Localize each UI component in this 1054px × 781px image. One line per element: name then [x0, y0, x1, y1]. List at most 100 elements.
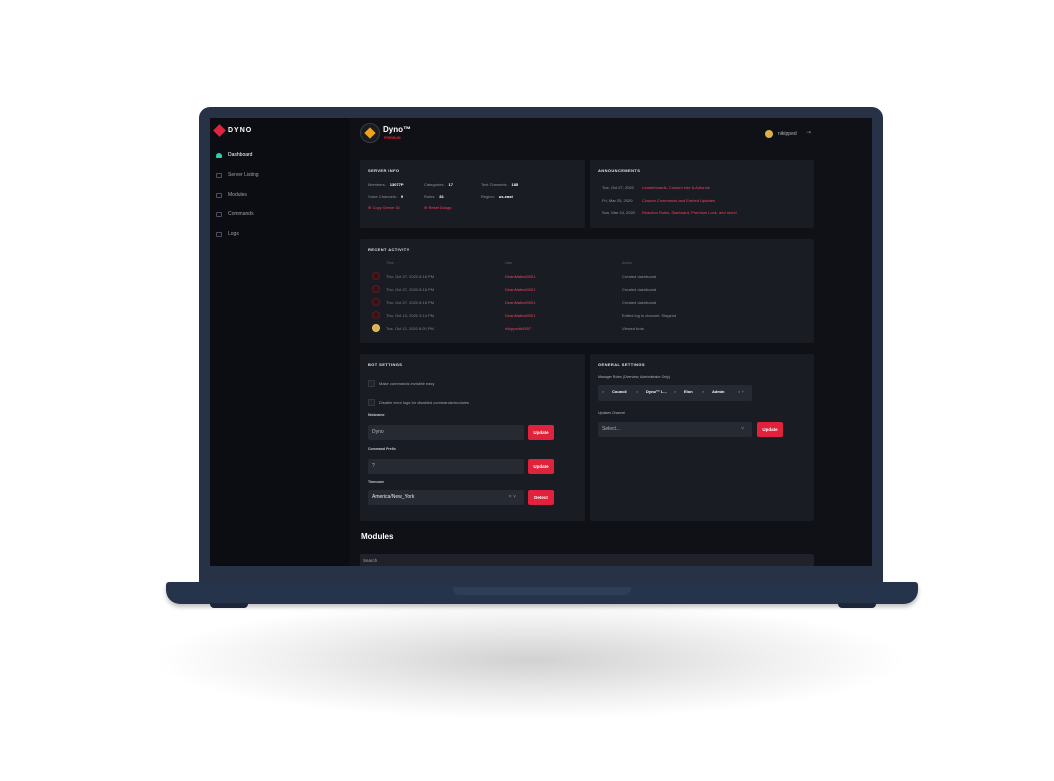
sidebar-item-label: Dashboard: [228, 152, 253, 158]
announcement-link[interactable]: Reaction Roles, Starboard, Premium Lock,…: [642, 210, 737, 215]
region-stat: Region: us-east: [481, 194, 513, 199]
activity-time: Thu, Oct 27, 2020 8:16 PM: [386, 274, 435, 279]
update-channel-button[interactable]: Update: [757, 422, 783, 437]
server-name: Dyno™: [383, 125, 411, 134]
activity-user[interactable]: DeanMatin#0001: [505, 287, 535, 292]
activity-user[interactable]: DeanMatin#0001: [505, 300, 535, 305]
search-placeholder: Search: [363, 558, 378, 563]
timezone-value: America/New_York: [372, 494, 415, 500]
timezone-select[interactable]: America/New_York × ˅: [368, 490, 524, 505]
column-header-user: User: [505, 261, 513, 265]
activity-action: Created dashboard: [622, 274, 657, 279]
remove-tag-icon[interactable]: ×: [602, 389, 604, 394]
nickname-label: Nickname: [368, 413, 385, 417]
sidebar-item-logs[interactable]: Logs: [216, 231, 239, 237]
members-stat: Members: 13077P: [368, 182, 404, 187]
announcement-link[interactable]: Custom Commands and Embed Updates: [642, 198, 715, 203]
remove-tag-icon[interactable]: ×: [636, 389, 638, 394]
sidebar-item-label: Logs: [228, 231, 239, 237]
activity-time: Thu, Oct 13, 2020 3:14 PM: [386, 313, 435, 318]
disable-error-logs-option[interactable]: Disable error logs for disabled commands…: [368, 399, 469, 406]
announcement-date: Sun, Mar 24, 2020: [602, 210, 635, 215]
bot-settings-panel: BOT SETTINGS Make commands invisible eas…: [360, 354, 585, 521]
manager-roles-label: Manager Roles (Overview, Administrator O…: [598, 375, 670, 379]
clear-select-icon[interactable]: × ˅: [509, 490, 516, 505]
column-header-time: Time: [386, 261, 394, 265]
nickname-input[interactable]: Dyno: [368, 425, 524, 440]
panel-title: RECENT ACTIVITY: [368, 247, 410, 252]
server-info-panel: SERVER INFO Members: 13077P Categories: 17…: [360, 160, 585, 228]
sidebar: DYNO Dashboard Server Listing Modules Co…: [210, 118, 350, 566]
logout-icon[interactable]: ⇥: [806, 129, 811, 136]
dashboard-icon: [216, 152, 222, 158]
modules-icon: [216, 192, 222, 198]
remove-tag-icon[interactable]: ×: [702, 389, 704, 394]
activity-avatar: [372, 311, 380, 319]
user-name[interactable]: nikipped: [778, 131, 797, 137]
recent-activity-panel: RECENT ACTIVITY Time User Action Thu, Oc…: [360, 239, 814, 343]
update-prefix-button[interactable]: Update: [528, 459, 554, 474]
role-tag: Admin: [712, 389, 725, 394]
logs-icon: [216, 231, 222, 237]
detect-timezone-button[interactable]: Detect: [528, 490, 554, 505]
update-nickname-button[interactable]: Update: [528, 425, 554, 440]
brand-logo[interactable]: DYNO: [213, 124, 252, 137]
activity-avatar: [372, 272, 380, 280]
reset-link[interactable]: ⊕ Reset Dosgs: [424, 205, 451, 210]
modules-heading: Modules: [361, 532, 394, 541]
commands-icon: [216, 211, 222, 217]
announcement-date: Fri, Mar 25, 2020: [602, 198, 633, 203]
activity-time: Thu, Oct 27, 2020 8:16 PM: [386, 300, 435, 305]
general-settings-panel: GENERAL SETTINGS Manager Roles (Overview…: [590, 354, 814, 521]
panel-title: GENERAL SETTINGS: [598, 362, 645, 367]
activity-action: Viewed bots: [622, 326, 644, 331]
dashboard-screen: DYNO Dashboard Server Listing Modules Co…: [210, 118, 872, 566]
voice-channels-stat: Voice Channels: 9: [368, 194, 404, 199]
text-channels-stat: Text Channels: 185: [481, 182, 519, 187]
role-tag: Dyno™ L...: [646, 389, 667, 394]
sidebar-item-modules[interactable]: Modules: [216, 192, 247, 198]
activity-avatar: [372, 298, 380, 306]
activity-action: Edited log in channel: Stagend: [622, 313, 677, 318]
announcements-panel: ANNOUNCEMENTS Tue, Oct 27, 2020 Leaderbo…: [590, 160, 814, 228]
updates-channel-select[interactable]: Select... ˅: [598, 422, 752, 437]
chevron-down-icon[interactable]: ˅: [741, 422, 744, 437]
sidebar-item-label: Server Listing: [228, 172, 259, 178]
activity-avatar: [372, 324, 380, 332]
user-avatar[interactable]: [765, 130, 773, 138]
copy-server-id-link[interactable]: ⊕ Copy Server ID: [368, 205, 400, 210]
dyno-logo-icon: [213, 124, 226, 137]
remove-tag-icon[interactable]: ×: [674, 389, 676, 394]
clear-select-icon[interactable]: × ˅: [738, 389, 744, 394]
column-header-action: Action: [622, 261, 632, 265]
sidebar-item-label: Modules: [228, 192, 247, 198]
option-label: Disable error logs for disabled commands…: [379, 400, 470, 405]
manager-roles-select[interactable]: × Council × Dyno™ L... × Elon × Admin × …: [598, 385, 752, 401]
option-label: Make commands invisible easy: [379, 381, 435, 386]
panel-title: ANNOUNCEMENTS: [598, 168, 641, 173]
checkbox[interactable]: [368, 399, 375, 406]
activity-action: Created dashboard: [622, 300, 657, 305]
activity-user[interactable]: nikipped#4557: [505, 326, 531, 331]
activity-time: Tue, Oct 12, 2020 8:20 PM: [386, 326, 434, 331]
activity-user[interactable]: DeanMatin#0001: [505, 313, 535, 318]
role-tag: Elon: [684, 389, 693, 394]
modules-search-input[interactable]: Search: [360, 554, 814, 566]
invisible-commands-option[interactable]: Make commands invisible easy: [368, 380, 434, 387]
prefix-input[interactable]: ?: [368, 459, 524, 474]
activity-user[interactable]: DeanMatin#0001: [505, 274, 535, 279]
checkbox[interactable]: [368, 380, 375, 387]
activity-action: Created dashboard: [622, 287, 657, 292]
laptop-shadow: [150, 600, 910, 720]
laptop-foot-left: [210, 603, 248, 608]
announcement-link[interactable]: Leaderboards, Custom role & Autorole: [642, 185, 710, 190]
sidebar-item-dashboard[interactable]: Dashboard: [216, 152, 252, 158]
sidebar-item-commands[interactable]: Commands: [216, 211, 254, 217]
sidebar-item-label: Commands: [228, 211, 254, 217]
roles-stat: Roles: 81: [424, 194, 444, 199]
activity-time: Thu, Oct 27, 2020 8:16 PM: [386, 287, 435, 292]
sidebar-item-server-listing[interactable]: Server Listing: [216, 172, 259, 178]
role-tag: Council: [612, 389, 627, 394]
premium-badge: PREMIUM: [384, 136, 401, 140]
laptop-foot-right: [838, 603, 876, 608]
